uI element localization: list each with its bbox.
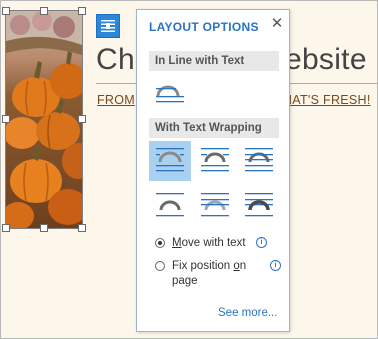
behind-text-option[interactable] bbox=[194, 186, 236, 226]
resize-handle[interactable] bbox=[40, 7, 48, 15]
resize-handle[interactable] bbox=[78, 115, 86, 123]
move-with-text-radio[interactable] bbox=[155, 238, 165, 248]
section-inline-header: In Line with Text bbox=[149, 51, 279, 71]
close-icon[interactable]: ✕ bbox=[268, 15, 286, 33]
resize-handle[interactable] bbox=[2, 7, 10, 15]
layout-options-button[interactable] bbox=[96, 14, 120, 38]
top-and-bottom-option[interactable] bbox=[149, 186, 191, 226]
document-canvas: Ch ebsite From that's fresh! LAYOUT OPTION… bbox=[0, 0, 378, 339]
pumpkin-image[interactable] bbox=[6, 11, 82, 228]
info-icon[interactable]: i bbox=[256, 237, 267, 248]
see-more-link[interactable]: See more... bbox=[218, 307, 277, 319]
layout-options-icon bbox=[101, 20, 115, 32]
resize-handle[interactable] bbox=[40, 224, 48, 232]
resize-handle[interactable] bbox=[2, 224, 10, 232]
in-front-of-text-option[interactable] bbox=[238, 186, 280, 226]
resize-handle[interactable] bbox=[2, 115, 10, 123]
inline-with-text-option[interactable] bbox=[149, 76, 191, 116]
layout-options-popup: LAYOUT OPTIONS ✕ In Line with Text With … bbox=[136, 9, 290, 332]
info-icon[interactable]: i bbox=[270, 260, 281, 271]
popup-title: LAYOUT OPTIONS bbox=[149, 20, 259, 34]
fix-position-label[interactable]: Fix position on page bbox=[172, 259, 246, 289]
fix-position-radio[interactable] bbox=[155, 261, 165, 271]
through-wrap-option[interactable] bbox=[238, 141, 280, 181]
section-wrapping-header: With Text Wrapping bbox=[149, 118, 279, 138]
resize-handle[interactable] bbox=[78, 7, 86, 15]
resize-handle[interactable] bbox=[78, 224, 86, 232]
move-with-text-label[interactable]: Move with text bbox=[172, 236, 246, 251]
square-wrap-option[interactable] bbox=[149, 141, 191, 181]
tight-wrap-option[interactable] bbox=[194, 141, 236, 181]
